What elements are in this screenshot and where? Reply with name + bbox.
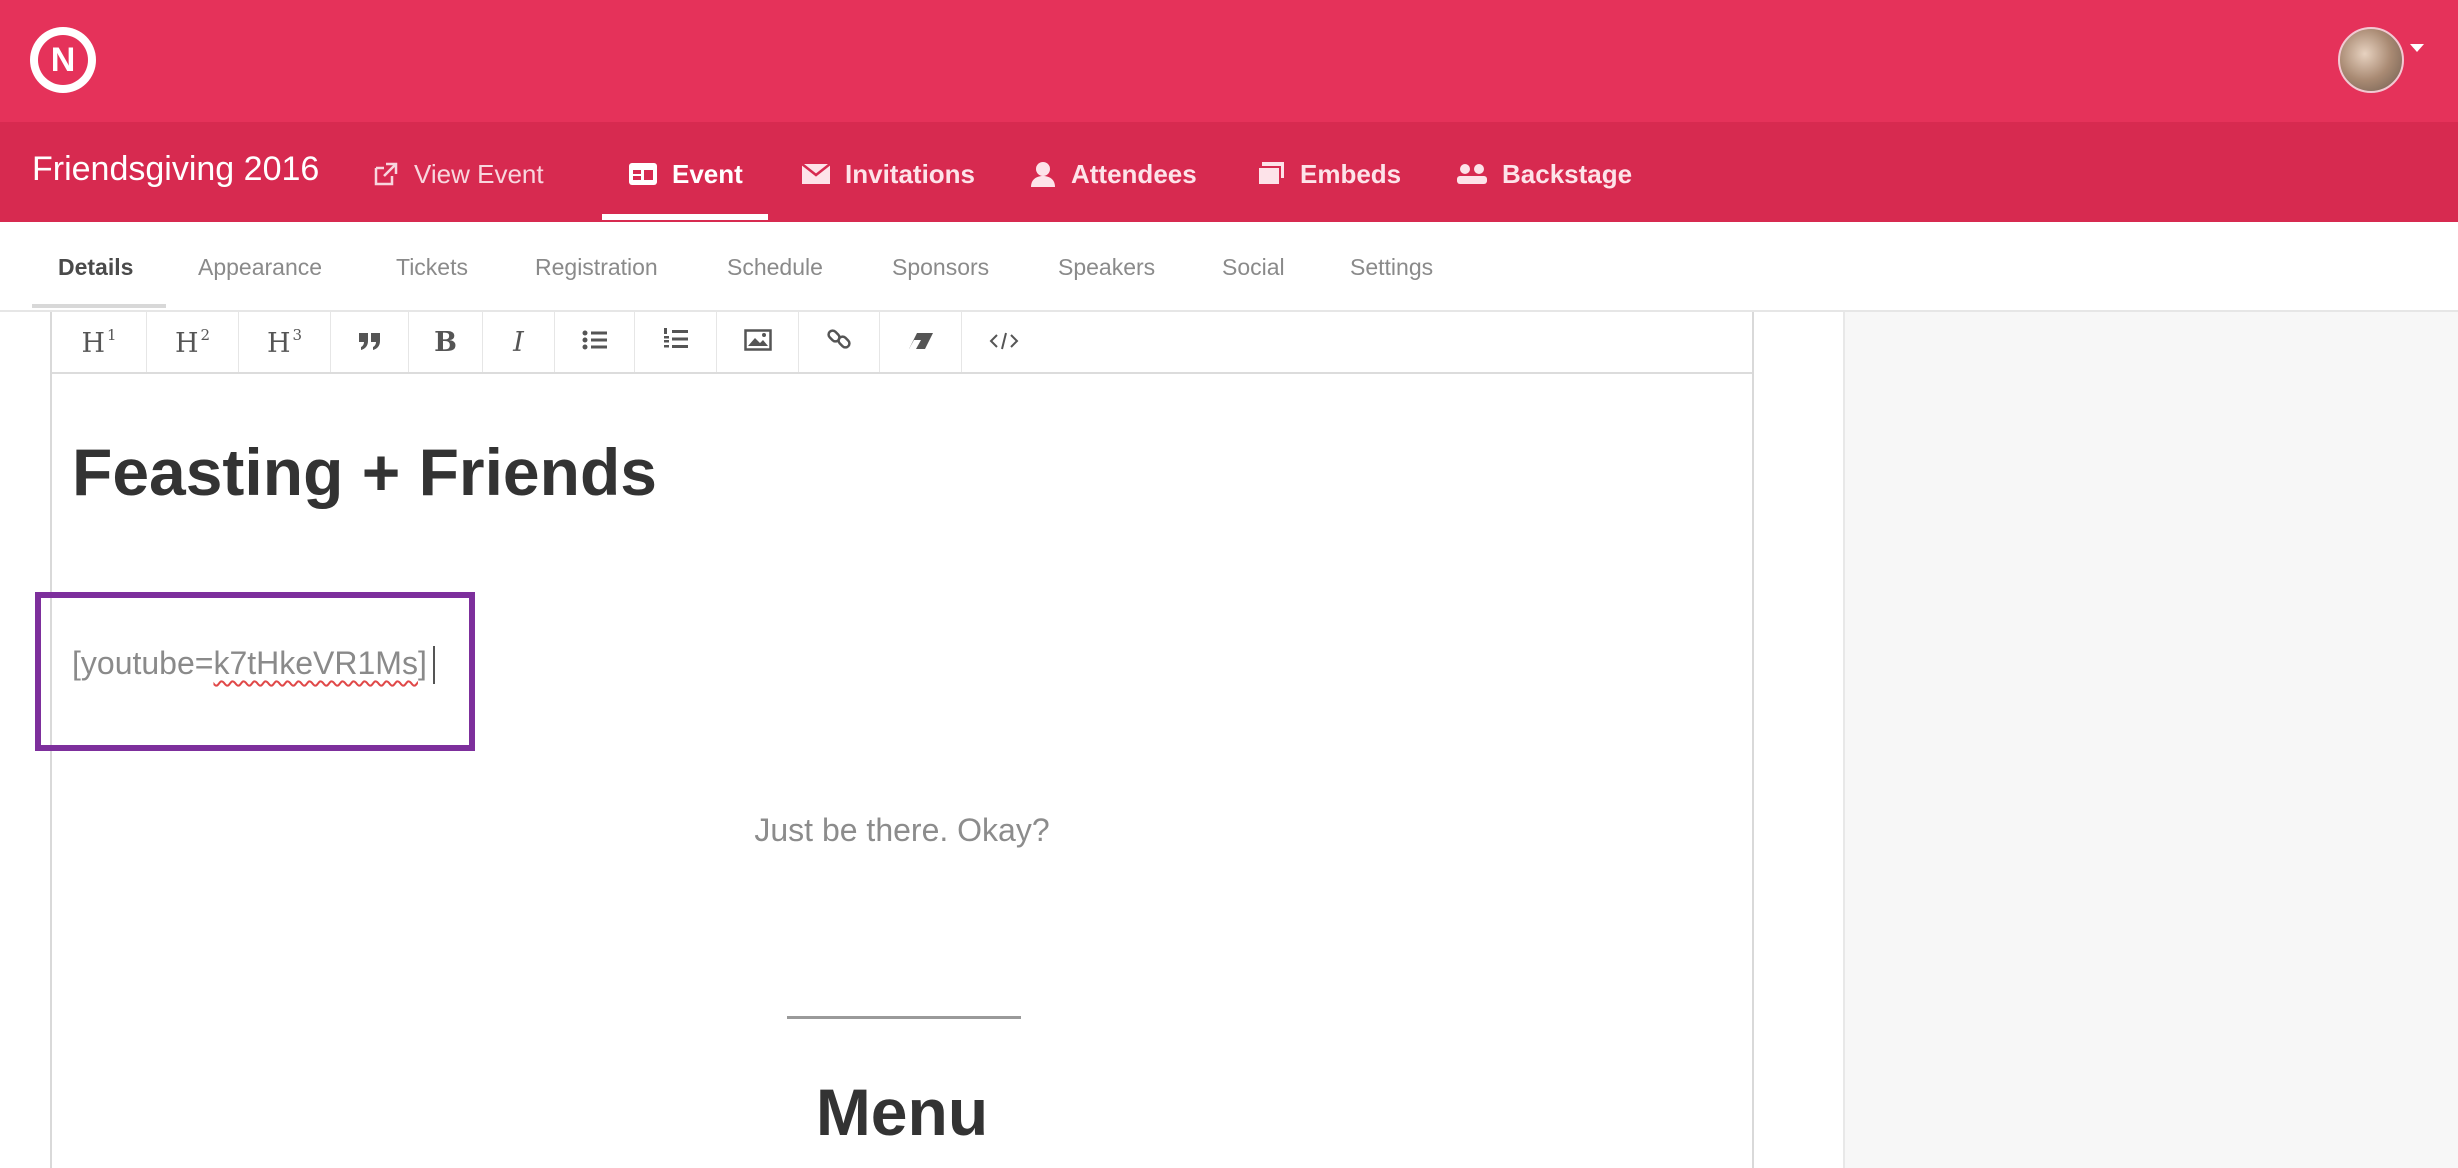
tab-invitations[interactable]: Invitations: [801, 156, 975, 192]
menu-heading[interactable]: Menu: [52, 1074, 1752, 1150]
heading2-button[interactable]: H2: [147, 312, 239, 372]
heading1-icon: H1: [81, 325, 117, 359]
logo-letter: N: [38, 35, 88, 85]
heading3-button[interactable]: H3: [239, 312, 331, 372]
content-tagline[interactable]: Just be there. Okay?: [52, 812, 1752, 849]
bullet-list-button[interactable]: [555, 312, 635, 372]
tab-event[interactable]: Event: [628, 156, 743, 192]
people-icon: [1456, 162, 1488, 186]
tab-backstage-label: Backstage: [1502, 158, 1633, 189]
numbered-list-button[interactable]: [635, 312, 717, 372]
event-nav-bar: [0, 122, 2458, 222]
user-avatar[interactable]: [2338, 27, 2404, 93]
subtab-settings[interactable]: Settings: [1350, 254, 1433, 281]
active-tab-indicator: [602, 214, 768, 220]
tab-invitations-label: Invitations: [845, 158, 976, 189]
subtab-appearance[interactable]: Appearance: [198, 254, 322, 281]
view-event-link[interactable]: View Event: [372, 156, 544, 192]
content-divider: [787, 1016, 1021, 1019]
stack-icon: [1256, 161, 1286, 187]
content-heading[interactable]: Feasting + Friends: [72, 434, 657, 510]
caret-down-icon[interactable]: [2410, 44, 2424, 52]
tab-backstage[interactable]: Backstage: [1456, 156, 1632, 192]
highlight-box: [35, 592, 475, 751]
subtab-registration[interactable]: Registration: [535, 254, 658, 281]
tab-attendees-label: Attendees: [1071, 158, 1197, 189]
tab-event-label: Event: [672, 158, 743, 189]
link-icon: [826, 326, 852, 359]
quote-button[interactable]: [331, 312, 409, 372]
event-title: Friendsgiving 2016: [32, 150, 320, 188]
bullet-list-icon: [582, 327, 608, 358]
subtab-speakers[interactable]: Speakers: [1058, 254, 1155, 281]
numbered-list-icon: [663, 327, 689, 358]
side-panel: [1843, 312, 2458, 1168]
subtab-sponsors[interactable]: Sponsors: [892, 254, 989, 281]
view-event-label: View Event: [414, 158, 544, 189]
subtab-tickets[interactable]: Tickets: [396, 254, 468, 281]
code-icon: [989, 327, 1019, 358]
heading2-icon: H2: [174, 325, 211, 359]
heading3-icon: H3: [266, 325, 303, 359]
clear-format-button[interactable]: [880, 312, 962, 372]
subtab-details[interactable]: Details: [58, 254, 133, 281]
top-bar: [0, 0, 2458, 122]
editor-toolbar: H1 H2 H3 B I: [52, 312, 1752, 374]
quote-icon: [357, 327, 383, 358]
external-link-icon: [372, 160, 400, 188]
link-button[interactable]: [799, 312, 880, 372]
tab-embeds[interactable]: Embeds: [1256, 156, 1401, 192]
italic-icon: I: [513, 326, 524, 358]
italic-button[interactable]: I: [483, 312, 555, 372]
heading1-button[interactable]: H1: [52, 312, 147, 372]
bold-button[interactable]: B: [409, 312, 483, 372]
tab-attendees[interactable]: Attendees: [1029, 156, 1197, 192]
person-icon: [1029, 160, 1057, 188]
envelope-icon: [801, 163, 831, 185]
image-icon: [743, 327, 772, 358]
calendar-icon: [628, 161, 658, 187]
subtab-social[interactable]: Social: [1222, 254, 1285, 281]
app-logo[interactable]: N: [30, 27, 96, 93]
tab-embeds-label: Embeds: [1300, 158, 1402, 189]
subtab-indicator: [32, 304, 166, 308]
image-button[interactable]: [717, 312, 799, 372]
code-view-button[interactable]: [962, 312, 1046, 372]
bold-icon: B: [434, 326, 457, 358]
eraser-icon: [907, 327, 935, 358]
subtab-schedule[interactable]: Schedule: [727, 254, 823, 281]
